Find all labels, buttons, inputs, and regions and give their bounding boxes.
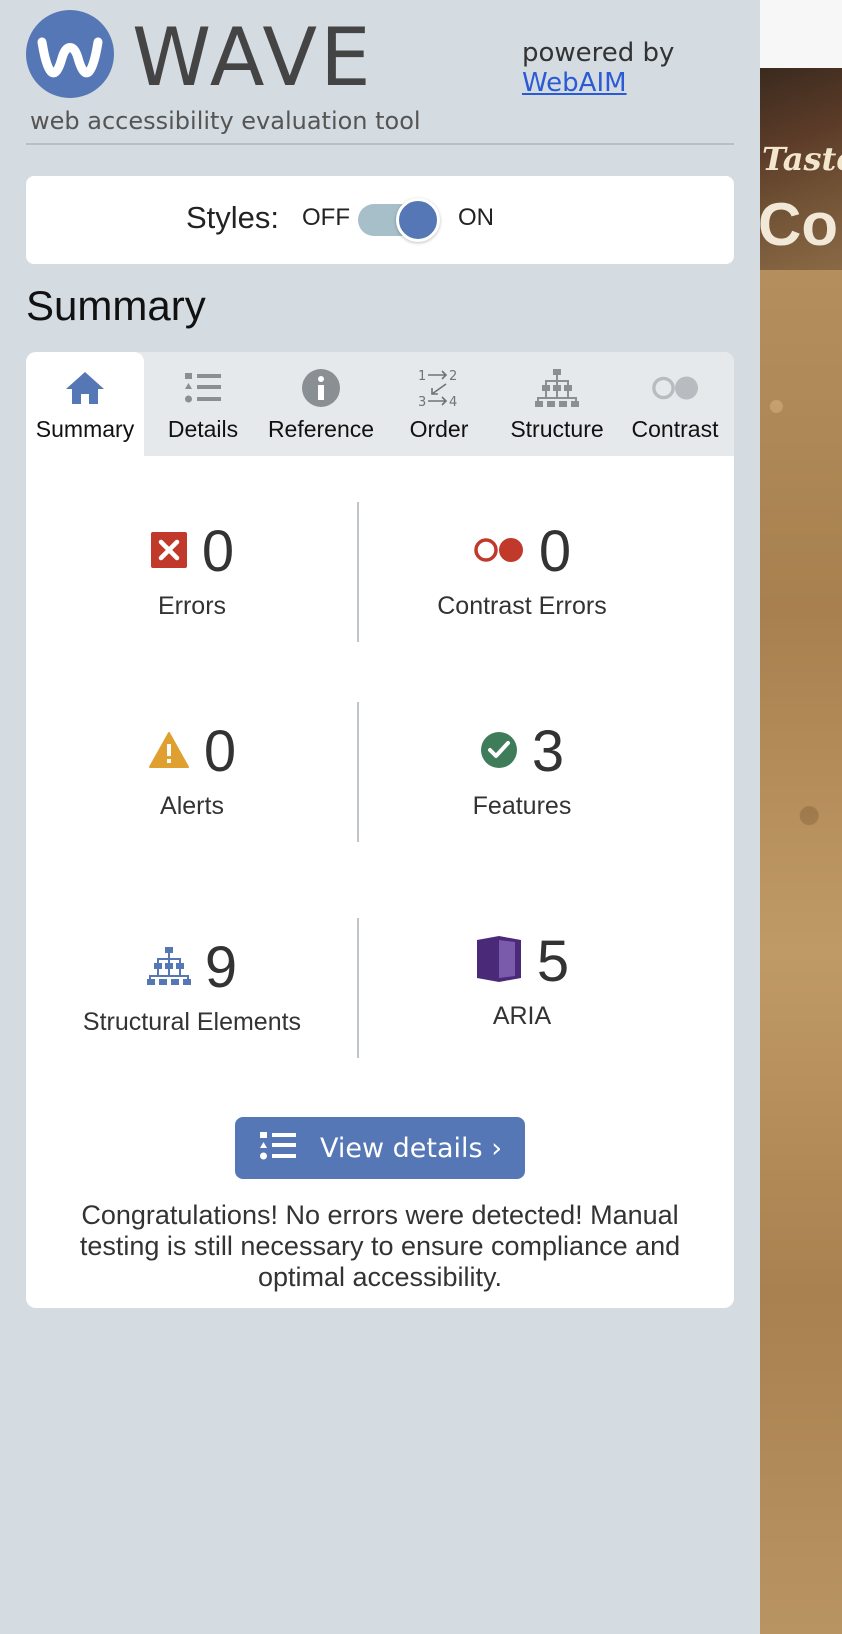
list-icon — [179, 366, 227, 410]
errors-count: 0 — [201, 519, 235, 584]
styles-switch-knob[interactable] — [396, 198, 440, 242]
error-icon — [150, 531, 188, 574]
stat-divider — [357, 702, 359, 842]
brand-header: WAVE web accessibility evaluation tool p… — [26, 10, 734, 145]
congratulations-message: Congratulations! No errors were detected… — [79, 1200, 681, 1292]
home-icon — [61, 366, 109, 410]
contrast-errors-count: 0 — [538, 519, 572, 584]
view-details-label: View details › — [320, 1132, 502, 1164]
tab-details[interactable]: Details — [144, 352, 262, 456]
alerts-label: Alerts — [160, 792, 224, 820]
stat-divider — [357, 918, 359, 1058]
alerts-count: 0 — [203, 719, 237, 784]
preview-topbar — [760, 0, 842, 68]
styles-toggle-panel: Styles: OFF ON — [26, 176, 734, 264]
contrast-error-icon — [473, 536, 525, 569]
svg-text:4: 4 — [449, 395, 457, 410]
structural-elements-label: Structural Elements — [82, 1008, 302, 1036]
powered-by-label: powered by — [522, 38, 675, 68]
webaim-link[interactable]: WebAIM — [522, 68, 627, 98]
order-icon: 1 2 3 4 — [415, 366, 463, 410]
features-label: Features — [472, 792, 572, 820]
tab-summary[interactable]: Summary — [26, 352, 144, 456]
stat-divider — [357, 502, 359, 642]
aria-label: ARIA — [492, 1002, 552, 1030]
page-title: Summary — [26, 282, 206, 329]
svg-text:2: 2 — [449, 369, 457, 384]
alert-icon — [148, 731, 190, 774]
tab-order[interactable]: 1 2 3 4 Order — [380, 352, 498, 456]
features-count: 3 — [531, 719, 565, 784]
powered-by: powered by WebAIM — [522, 38, 674, 98]
tab-structure[interactable]: Structure — [498, 352, 616, 456]
preview-background-texture — [760, 270, 842, 1634]
preview-heading-text: Co — [760, 191, 838, 258]
summary-panel: Summary Details Reference 1 2 3 4 Order … — [26, 352, 734, 1308]
view-details-button[interactable]: View details › — [235, 1117, 525, 1179]
app-title: WAVE — [132, 11, 374, 104]
aria-stat: 5 ARIA — [372, 930, 672, 1031]
features-stat: 3 Features — [372, 720, 672, 821]
styles-off-label: OFF — [302, 204, 350, 231]
aria-box-icon — [475, 935, 523, 989]
contrast-icon — [651, 366, 699, 410]
tab-label: Summary — [35, 416, 135, 442]
styles-label: Styles: — [186, 200, 280, 235]
aria-count: 5 — [536, 929, 570, 994]
tab-label: Details — [167, 416, 239, 442]
wave-sidebar: WAVE web accessibility evaluation tool p… — [0, 0, 760, 1634]
errors-stat: 0 Errors — [42, 520, 342, 621]
styles-on-label: ON — [458, 204, 494, 231]
alerts-stat: 0 Alerts — [42, 720, 342, 821]
page-preview: Taste Co — [760, 0, 842, 1634]
structure-icon — [533, 366, 581, 410]
contrast-errors-stat: 0 Contrast Errors — [372, 520, 672, 621]
structural-elements-count: 9 — [204, 935, 238, 1000]
preview-taste-text: Taste — [762, 140, 842, 178]
tab-label: Structure — [510, 416, 604, 442]
errors-label: Errors — [157, 592, 227, 620]
tab-reference[interactable]: Reference — [262, 352, 380, 456]
structure-icon — [146, 946, 191, 991]
tab-label: Reference — [267, 416, 375, 442]
info-icon — [297, 366, 345, 410]
tab-label: Contrast — [631, 416, 719, 442]
app-tagline: web accessibility evaluation tool — [30, 107, 421, 135]
svg-text:3: 3 — [418, 395, 426, 410]
feature-check-icon — [480, 731, 518, 774]
tab-contrast[interactable]: Contrast — [616, 352, 734, 456]
tab-bar: Summary Details Reference 1 2 3 4 Order … — [26, 352, 734, 456]
wave-logo-icon — [26, 10, 114, 98]
structural-elements-stat: 9 Structural Elements — [42, 936, 342, 1037]
svg-text:1: 1 — [418, 369, 426, 384]
tab-label: Order — [409, 416, 469, 442]
list-icon — [258, 1130, 298, 1167]
contrast-errors-label: Contrast Errors — [437, 592, 607, 620]
